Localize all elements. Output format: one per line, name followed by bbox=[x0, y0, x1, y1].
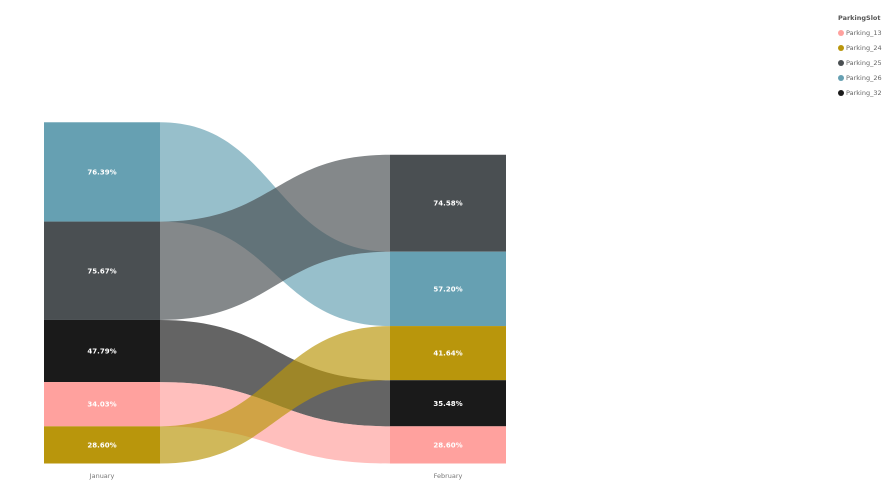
legend-title: ParkingSlot bbox=[838, 14, 881, 22]
data-label: 28.60% bbox=[87, 441, 116, 449]
legend-item[interactable]: Parking_32 bbox=[838, 85, 882, 100]
x-axis: January February bbox=[89, 472, 463, 480]
x-axis-tick-label: February bbox=[434, 472, 463, 480]
ribbons-layer bbox=[160, 122, 390, 464]
legend-dot-icon bbox=[838, 44, 844, 51]
data-label: 76.39% bbox=[87, 168, 116, 176]
legend-dot-icon bbox=[838, 59, 844, 66]
x-axis-tick-label: January bbox=[89, 472, 115, 480]
data-label: 57.20% bbox=[433, 285, 462, 293]
data-label: 41.64% bbox=[433, 350, 462, 358]
legend-dot-icon bbox=[838, 29, 844, 36]
data-label: 75.67% bbox=[87, 267, 116, 275]
legend-label: Parking_13 bbox=[846, 28, 882, 37]
legend-label: Parking_32 bbox=[846, 88, 882, 97]
legend-label: Parking_25 bbox=[846, 58, 882, 67]
data-label: 74.58% bbox=[433, 200, 462, 208]
legend-item[interactable]: Parking_25 bbox=[838, 55, 882, 70]
legend-item[interactable]: Parking_24 bbox=[838, 40, 882, 55]
data-label: 47.79% bbox=[87, 348, 116, 356]
legend-label: Parking_24 bbox=[846, 43, 882, 52]
legend-label: Parking_26 bbox=[846, 73, 882, 82]
data-label: 34.03% bbox=[87, 401, 116, 409]
legend-item[interactable]: Parking_13 bbox=[838, 25, 882, 40]
ribbon-chart: 76.39% 75.67% 47.79% 34.03% 28.60% 74.58% 57.2… bbox=[44, 122, 506, 480]
legend-dot-icon bbox=[838, 74, 844, 81]
data-label: 35.48% bbox=[433, 400, 462, 408]
legend-item[interactable]: Parking_26 bbox=[838, 70, 882, 85]
legend: ParkingSlot Parking_13 Parking_24 Parking_… bbox=[838, 14, 882, 100]
legend-dot-icon bbox=[838, 89, 844, 96]
legend-items: Parking_13 Parking_24 Parking_25 Parking_26… bbox=[838, 25, 882, 100]
data-label: 28.60% bbox=[433, 441, 462, 449]
